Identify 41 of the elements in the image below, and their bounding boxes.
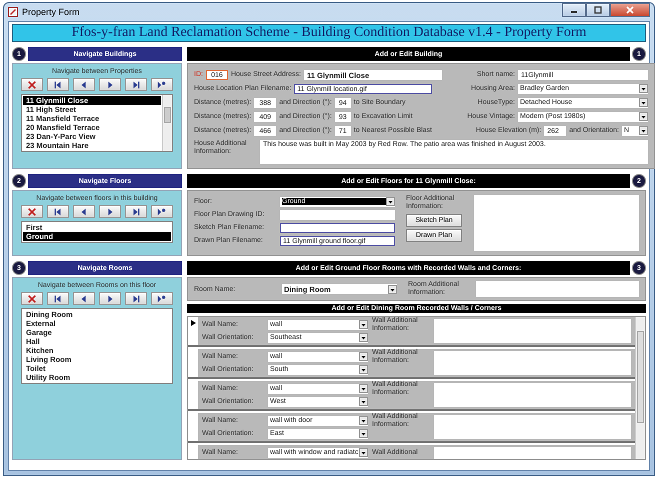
new-record-button[interactable] <box>151 292 173 305</box>
delete-record-button[interactable] <box>21 292 43 305</box>
new-record-icon <box>157 80 167 90</box>
delete-record-button[interactable] <box>21 205 43 218</box>
text-field[interactable] <box>280 222 395 232</box>
delete-record-button[interactable] <box>21 78 43 91</box>
last-record-button[interactable] <box>125 205 147 218</box>
maximize-button[interactable] <box>586 3 610 17</box>
skip-start-icon <box>53 80 63 90</box>
last-record-button[interactable] <box>125 292 147 305</box>
skip-start-icon <box>53 294 63 304</box>
previous-record-button[interactable] <box>73 292 95 305</box>
new-record-icon <box>157 206 167 216</box>
previous-record-button[interactable] <box>73 205 95 218</box>
new-record-icon <box>157 294 167 304</box>
form-banner: Ffos-y-fran Land Reclamation Scheme - Building Condition Database v1.4 - Property Form <box>12 24 646 42</box>
new-record-button[interactable] <box>151 205 173 218</box>
first-record-button[interactable] <box>47 292 69 305</box>
cross-icon <box>27 206 37 216</box>
next-record-button[interactable] <box>99 78 121 91</box>
maximize-icon <box>594 6 602 14</box>
cross-icon <box>27 80 37 90</box>
skip-end-icon <box>131 294 141 304</box>
first-record-button[interactable] <box>47 205 69 218</box>
skip-end-icon <box>131 80 141 90</box>
form-icon <box>8 7 18 17</box>
new-record-button[interactable] <box>151 78 173 91</box>
skip-end-icon <box>131 206 141 216</box>
window-title: Property Form <box>22 7 80 17</box>
first-record-button[interactable] <box>47 78 69 91</box>
close-button[interactable] <box>610 3 650 17</box>
close-icon <box>626 6 634 14</box>
previous-record-button[interactable] <box>73 78 95 91</box>
next-record-button[interactable] <box>99 292 121 305</box>
next-record-button[interactable] <box>99 205 121 218</box>
minimize-button[interactable] <box>562 3 586 17</box>
last-record-button[interactable] <box>125 78 147 91</box>
cross-icon <box>27 294 37 304</box>
scrollbar[interactable] <box>162 95 172 151</box>
scrollbar[interactable] <box>635 317 645 459</box>
skip-start-icon <box>53 206 63 216</box>
